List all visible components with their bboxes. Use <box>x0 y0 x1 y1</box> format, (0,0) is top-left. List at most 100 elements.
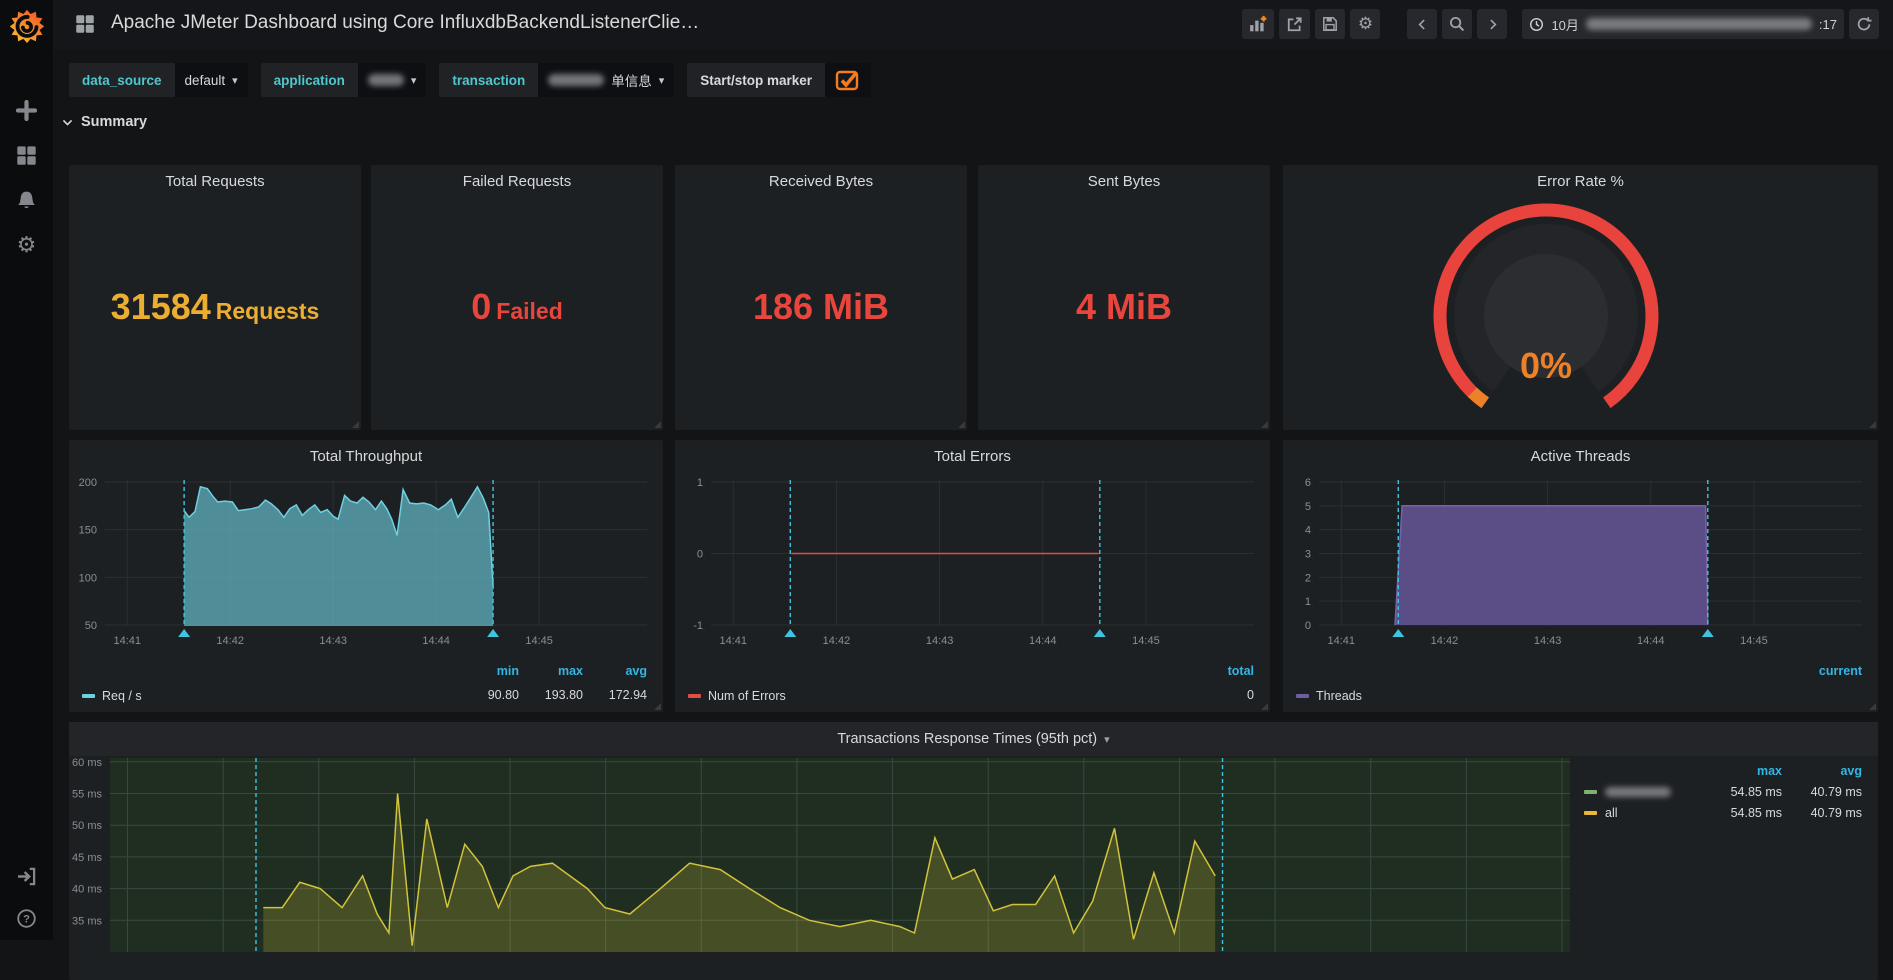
time-back-button[interactable] <box>1407 9 1437 39</box>
panel-resize-handle[interactable] <box>1869 421 1876 428</box>
sidebar-main-nav: ⚙ <box>0 98 53 257</box>
header-toolbar: ⚙ 10月 :17 <box>1237 9 1879 39</box>
svg-text:6: 6 <box>1305 477 1311 489</box>
sign-in-icon[interactable] <box>15 864 39 888</box>
total-errors-chart[interactable]: -10114:4114:4214:4314:4414:45 <box>675 440 1270 712</box>
panel-response-times: Transactions Response Times (95th pct)▾ … <box>69 722 1878 980</box>
legend-row-transaction: 54.85 ms 40.79 ms <box>1584 781 1862 802</box>
stat-value: 0Failed <box>371 286 663 328</box>
add-panel-button[interactable] <box>1242 9 1274 39</box>
panel-active-threads: Active Threads 012345614:4114:4214:4314:… <box>1283 440 1878 712</box>
panel-failed-requests: Failed Requests 0Failed <box>371 165 663 430</box>
variable-start-stop-marker: Start/stop marker <box>687 63 871 97</box>
svg-text:14:43: 14:43 <box>319 635 347 647</box>
variable-label: application <box>261 63 358 97</box>
time-range-picker[interactable]: 10月 :17 <box>1522 9 1844 39</box>
legend-values: 0 <box>1190 688 1254 702</box>
panel-title[interactable]: Error Rate % <box>1283 173 1878 190</box>
panel-resize-handle[interactable] <box>352 421 359 428</box>
panel-error-rate: Error Rate % 0% <box>1283 165 1878 430</box>
panel-resize-handle[interactable] <box>654 421 661 428</box>
redacted-text <box>548 74 604 86</box>
panel-title[interactable]: Total Throughput <box>69 448 663 465</box>
svg-text:50: 50 <box>85 620 97 632</box>
panel-resize-handle[interactable] <box>654 703 661 710</box>
redacted-text <box>1605 787 1671 797</box>
panel-title[interactable]: Active Threads <box>1283 448 1878 465</box>
help-icon[interactable]: ? <box>15 906 39 930</box>
stat-value: 31584Requests <box>69 286 361 328</box>
svg-text:0%: 0% <box>1520 345 1572 386</box>
panel-title[interactable]: Transactions Response Times (95th pct)▾ <box>69 722 1878 756</box>
start-stop-marker-checkbox[interactable] <box>825 63 871 97</box>
time-forward-button[interactable] <box>1477 9 1507 39</box>
chevron-down-icon <box>61 116 74 129</box>
dashboard-header: Apache JMeter Dashboard using Core Influ… <box>53 0 1893 50</box>
grafana-logo-icon[interactable] <box>8 8 46 46</box>
marker-label: Start/stop marker <box>687 63 825 97</box>
svg-text:14:41: 14:41 <box>1327 635 1355 647</box>
legend-series-num-of-errors[interactable]: Num of Errors <box>688 689 786 703</box>
add-icon[interactable] <box>15 98 39 122</box>
svg-text:100: 100 <box>79 572 97 584</box>
svg-text:14:42: 14:42 <box>1431 635 1459 647</box>
dashboards-icon[interactable] <box>15 143 39 167</box>
dashboard-title[interactable]: Apache JMeter Dashboard using Core Influ… <box>111 12 699 34</box>
svg-text:5: 5 <box>1305 501 1311 513</box>
panel-title[interactable]: Sent Bytes <box>978 173 1270 190</box>
chevron-down-icon: ▾ <box>1104 734 1110 746</box>
series-swatch <box>1584 811 1597 815</box>
legend-row-all: all 54.85 ms 40.79 ms <box>1584 802 1862 823</box>
dashboard-grid-icon[interactable] <box>75 14 95 34</box>
variable-label: data_source <box>69 63 175 97</box>
svg-text:0: 0 <box>1305 620 1311 632</box>
settings-gear-icon[interactable]: ⚙ <box>15 233 39 257</box>
svg-text:2: 2 <box>1305 572 1311 584</box>
panel-title[interactable]: Received Bytes <box>675 173 967 190</box>
share-button[interactable] <box>1279 9 1310 39</box>
svg-text:50 ms: 50 ms <box>72 820 102 832</box>
legend-values: 90.80 193.80 172.94 <box>455 688 647 702</box>
panel-title[interactable]: Total Requests <box>69 173 361 190</box>
zoom-out-button[interactable] <box>1442 9 1472 39</box>
svg-text:14:45: 14:45 <box>1740 635 1768 647</box>
svg-text:1: 1 <box>697 477 703 489</box>
variable-label: transaction <box>439 63 538 97</box>
panel-title[interactable]: Failed Requests <box>371 173 663 190</box>
error-rate-gauge[interactable]: 0% <box>1283 165 1878 430</box>
checkbox-checked-icon <box>835 68 861 92</box>
panel-resize-handle[interactable] <box>1261 703 1268 710</box>
data-source-dropdown[interactable]: default▾ <box>175 63 248 97</box>
legend-headers: min max avg <box>455 664 647 678</box>
svg-text:?: ? <box>23 913 30 925</box>
panel-resize-handle[interactable] <box>958 421 965 428</box>
svg-text:14:45: 14:45 <box>1132 635 1160 647</box>
legend-series-all[interactable]: all <box>1584 806 1702 820</box>
panel-resize-handle[interactable] <box>1261 421 1268 428</box>
alerts-bell-icon[interactable] <box>15 188 39 212</box>
refresh-button[interactable] <box>1849 9 1879 39</box>
panel-resize-handle[interactable] <box>1869 703 1876 710</box>
panel-title[interactable]: Total Errors <box>675 448 1270 465</box>
svg-text:1: 1 <box>1305 596 1311 608</box>
dashboard-settings-button[interactable]: ⚙ <box>1350 9 1380 39</box>
transaction-dropdown[interactable]: 单信息 ▾ <box>538 63 674 97</box>
svg-text:-1: -1 <box>693 620 703 632</box>
stat-value: 4 MiB <box>978 286 1270 328</box>
legend-headers: max avg <box>1584 760 1862 781</box>
active-threads-chart[interactable]: 012345614:4114:4214:4314:4414:45 <box>1283 440 1878 712</box>
svg-text:40 ms: 40 ms <box>72 884 102 896</box>
redacted-text <box>368 74 404 86</box>
sidebar: ⚙ ? <box>0 0 53 940</box>
svg-text:14:44: 14:44 <box>1637 635 1665 647</box>
legend-series-transaction[interactable] <box>1584 787 1702 797</box>
legend-series-req-s[interactable]: Req / s <box>82 689 142 703</box>
legend-series-threads[interactable]: Threads <box>1296 689 1362 703</box>
svg-text:14:44: 14:44 <box>1029 635 1057 647</box>
application-dropdown[interactable]: ▾ <box>358 63 427 97</box>
svg-text:14:43: 14:43 <box>1534 635 1562 647</box>
svg-text:14:41: 14:41 <box>719 635 747 647</box>
svg-text:55 ms: 55 ms <box>72 789 102 801</box>
row-summary-toggle[interactable]: Summary <box>61 114 147 130</box>
save-button[interactable] <box>1315 9 1345 39</box>
